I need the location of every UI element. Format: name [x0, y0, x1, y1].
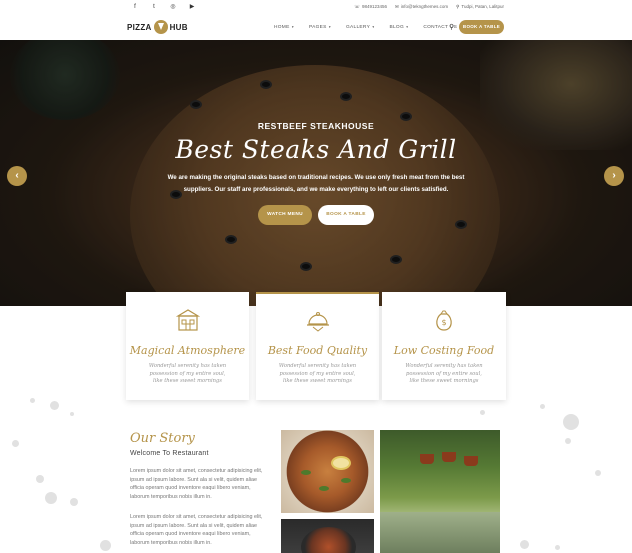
flower-pot [464, 456, 478, 466]
chevron-down-icon: ▾ [327, 25, 331, 29]
phone-contact: ☏ 9849123456 [354, 4, 387, 10]
restaurant-photo-plants [380, 430, 500, 553]
feature-title: Magical Atmosphere [129, 344, 246, 357]
decor-dot [50, 401, 59, 410]
decor-dot [595, 470, 601, 476]
facebook-icon[interactable]: f [131, 3, 139, 11]
nav-label: HOME [274, 25, 290, 30]
pizza-slice-icon [153, 20, 168, 34]
location-text: Tudpi, Patan, Lalitpur [461, 4, 504, 9]
story-paragraph: Lorem ipsum dolor sit amet, consectetur … [130, 468, 263, 500]
table-surface [380, 512, 500, 553]
flower-pot [420, 454, 434, 464]
watch-menu-button[interactable]: WATCH MENU [258, 205, 312, 225]
decor-dot [540, 404, 545, 409]
nav-label: GALLERY [345, 25, 371, 30]
restaurant-building-icon [175, 308, 201, 332]
feature-description: Wonderful serenity has taken possession … [405, 363, 483, 384]
main-nav: HOME ▾ PAGES ▾ GALLERY ▾ BLOG ▾ CONTACT … [274, 25, 461, 30]
decor-dot [70, 498, 78, 506]
feature-card: Best Food Quality Wonderful serenity has… [256, 292, 379, 400]
location-contact: ⚲ Tudpi, Patan, Lalitpur [456, 4, 504, 10]
feature-accent-line [256, 292, 379, 294]
feature-title: Low Costing Food [393, 344, 495, 357]
decor-dot [480, 410, 485, 415]
search-icon[interactable]: ⚲ [449, 23, 454, 31]
logo-text-left: PIZZA [127, 22, 152, 32]
feature-description: Wonderful serenity has taken possession … [278, 363, 357, 384]
feature-description: Wonderful serenity has taken possession … [148, 363, 227, 384]
herb-leaf [319, 486, 329, 491]
top-bar: f t ◎ ▶ ☏ 9849123456 ✉ info@tekngthemes.co… [0, 0, 632, 14]
nav-item-pages[interactable]: PAGES ▾ [309, 25, 331, 30]
flower-pot [442, 452, 456, 462]
email-contact[interactable]: ✉ info@tekngthemes.com [395, 4, 448, 10]
decor-dot [30, 398, 35, 403]
money-bag-icon: $ [431, 308, 457, 332]
feature-card: Magical Atmosphere Wonderful serenity ha… [126, 292, 249, 400]
food-photo-dish [281, 430, 374, 513]
site-logo[interactable]: PIZZA HUB [127, 20, 188, 34]
location-pin-icon: ⚲ [456, 4, 460, 9]
food-cloche-icon [305, 308, 331, 332]
story-title: Our Story [130, 431, 195, 446]
nav-label: BLOG [389, 25, 404, 30]
decor-dot [100, 540, 111, 551]
decor-dot [565, 438, 571, 444]
chevron-left-icon: ‹ [15, 170, 19, 181]
twitter-icon[interactable]: t [150, 3, 158, 11]
slider-next-button[interactable]: › [604, 166, 624, 186]
hero-description: We are making the original steaks based … [167, 174, 465, 193]
food-photo-plate [281, 519, 374, 553]
logo-text-right: HUB [169, 22, 188, 32]
story-paragraph: Lorem ipsum dolor sit amet, consectetur … [130, 514, 263, 546]
chevron-down-icon: ▾ [371, 25, 375, 29]
social-links: f t ◎ ▶ [131, 3, 196, 11]
book-table-button[interactable]: BOOK A TABLE [459, 20, 504, 34]
decor-dot [12, 440, 19, 447]
herb-leaf [341, 478, 351, 483]
hero-subtitle: RESTBEEF STEAKHOUSE [257, 121, 375, 131]
nav-item-home[interactable]: HOME ▾ [274, 25, 294, 30]
nav-label: PAGES [308, 25, 327, 30]
decor-dot [45, 492, 57, 504]
hero-slider: RESTBEEF STEAKHOUSE Best Steaks And Gril… [0, 40, 632, 306]
decor-dot [36, 475, 44, 483]
plate-image [301, 527, 356, 553]
email-text: info@tekngthemes.com [400, 4, 449, 9]
svg-text:$: $ [441, 318, 446, 327]
lemon-slice [331, 456, 351, 470]
phone-icon: ☏ [354, 4, 360, 9]
chevron-down-icon: ▾ [405, 25, 409, 29]
mail-icon: ✉ [394, 4, 399, 9]
feature-title: Best Food Quality [267, 344, 368, 357]
feature-card: $ Low Costing Food Wonderful serenity ha… [382, 292, 506, 400]
nav-item-blog[interactable]: BLOG ▾ [389, 25, 408, 30]
contact-info: ☏ 9849123456 ✉ info@tekngthemes.com ⚲ Tudpi… [354, 4, 504, 10]
nav-item-gallery[interactable]: GALLERY ▾ [346, 25, 375, 30]
herb-leaf [301, 470, 311, 475]
decor-dot [520, 540, 529, 549]
youtube-icon[interactable]: ▶ [188, 3, 196, 11]
hero-book-table-button[interactable]: BOOK A TABLE [318, 205, 374, 225]
chevron-down-icon: ▾ [290, 25, 294, 29]
phone-text: 9849123456 [361, 4, 387, 9]
story-subtitle: Welcome To Restaurant [130, 450, 209, 457]
nav-item-contact[interactable]: CONTACT US ▾ [423, 25, 461, 30]
hero-title: Best Steaks And Grill [175, 135, 457, 164]
slider-prev-button[interactable]: ‹ [7, 166, 27, 186]
decor-dot [555, 545, 560, 550]
chevron-right-icon: › [612, 170, 616, 181]
features-section: Magical Atmosphere Wonderful serenity ha… [126, 292, 506, 400]
site-header: PIZZA HUB HOME ▾ PAGES ▾ GALLERY ▾ BLOG … [0, 14, 632, 40]
decor-dot [70, 412, 74, 416]
decor-dot [563, 414, 579, 430]
instagram-icon[interactable]: ◎ [169, 3, 177, 11]
